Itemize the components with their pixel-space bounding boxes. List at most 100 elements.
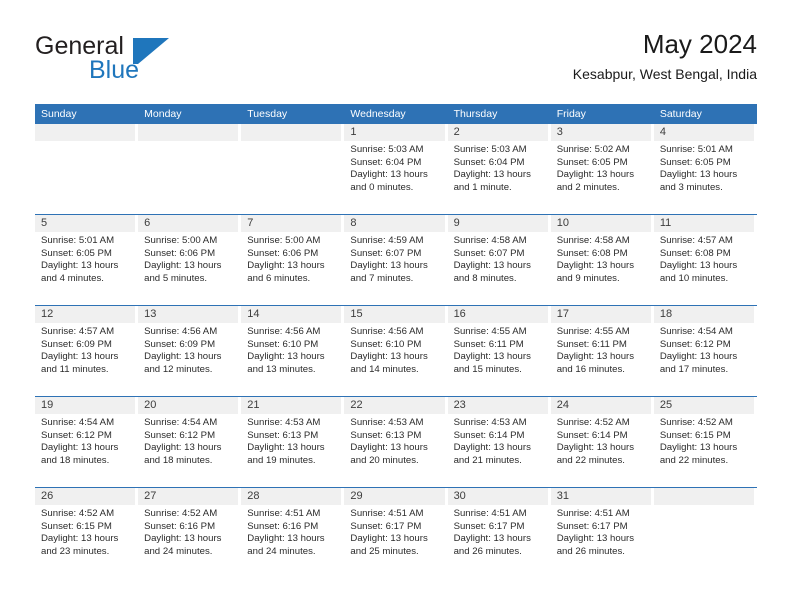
calendar-weeks: 1 Sunrise: 5:03 AM Sunset: 6:04 PM Daylight… xyxy=(35,124,757,578)
calendar-cell-inner: 28 Sunrise: 4:51 AM Sunset: 6:16 PM Dayligh… xyxy=(241,488,342,578)
calendar-day-cell[interactable]: 2 Sunrise: 5:03 AM Sunset: 6:04 PM Daylight… xyxy=(447,124,551,214)
calendar-day-cell[interactable]: 25 Sunrise: 4:52 AM Sunset: 6:15 PM Dayligh… xyxy=(653,397,757,487)
calendar-day-cell[interactable]: 4 Sunrise: 5:01 AM Sunset: 6:05 PM Daylight… xyxy=(653,124,757,214)
calendar-day-cell[interactable]: 26 Sunrise: 4:52 AM Sunset: 6:15 PM Dayligh… xyxy=(35,488,138,578)
day-number: 27 xyxy=(138,488,239,505)
day-number: 19 xyxy=(35,397,136,414)
daylight-text-cont: and 11 minutes. xyxy=(41,363,109,375)
calendar-day-cell[interactable]: 20 Sunrise: 4:54 AM Sunset: 6:12 PM Dayligh… xyxy=(138,397,241,487)
calendar-day-cell[interactable]: 28 Sunrise: 4:51 AM Sunset: 6:16 PM Dayligh… xyxy=(241,488,344,578)
calendar-cell-inner: 9 Sunrise: 4:58 AM Sunset: 6:07 PM Daylight… xyxy=(447,215,548,305)
calendar-cell-inner xyxy=(241,124,342,214)
sunset-text: Sunset: 6:12 PM xyxy=(41,429,112,441)
day-details: Sunrise: 4:56 AM Sunset: 6:10 PM Daylight:… xyxy=(344,323,444,376)
calendar-day-cell[interactable]: 21 Sunrise: 4:53 AM Sunset: 6:13 PM Dayligh… xyxy=(241,397,344,487)
daylight-text-cont: and 21 minutes. xyxy=(453,454,522,466)
daylight-text-cont: and 1 minute. xyxy=(453,181,512,193)
daylight-text: Daylight: 13 hours xyxy=(41,351,119,363)
calendar-cell-inner: 25 Sunrise: 4:52 AM Sunset: 6:15 PM Dayligh… xyxy=(653,397,754,487)
calendar-cell-inner: 30 Sunrise: 4:51 AM Sunset: 6:17 PM Dayligh… xyxy=(447,488,548,578)
daylight-text-cont: and 20 minutes. xyxy=(350,454,419,466)
daylight-text-cont: and 3 minutes. xyxy=(659,181,723,193)
day-number: 17 xyxy=(550,306,651,323)
calendar-day-cell[interactable]: 11 Sunrise: 4:57 AM Sunset: 6:08 PM Dayligh… xyxy=(653,215,757,305)
daylight-text: Daylight: 13 hours xyxy=(41,533,119,545)
daylight-text: Daylight: 13 hours xyxy=(556,351,635,363)
calendar-cell-inner: 4 Sunrise: 5:01 AM Sunset: 6:05 PM Daylight… xyxy=(653,124,754,214)
calendar-cell-inner: 3 Sunrise: 5:02 AM Sunset: 6:05 PM Daylight… xyxy=(550,124,651,214)
calendar-day-cell[interactable]: 1 Sunrise: 5:03 AM Sunset: 6:04 PM Daylight… xyxy=(344,124,447,214)
calendar-day-cell[interactable]: 12 Sunrise: 4:57 AM Sunset: 6:09 PM Dayligh… xyxy=(35,306,138,396)
daylight-text-cont: and 9 minutes. xyxy=(556,272,620,284)
daylight-text: Daylight: 13 hours xyxy=(453,351,531,363)
calendar-day-cell[interactable]: 6 Sunrise: 5:00 AM Sunset: 6:06 PM Daylight… xyxy=(138,215,241,305)
daylight-text-cont: and 14 minutes. xyxy=(350,363,419,375)
calendar-cell-empty xyxy=(653,488,757,578)
calendar-day-cell[interactable]: 7 Sunrise: 5:00 AM Sunset: 6:06 PM Daylight… xyxy=(241,215,344,305)
daylight-text: Daylight: 13 hours xyxy=(453,533,531,545)
calendar-day-cell[interactable]: 27 Sunrise: 4:52 AM Sunset: 6:16 PM Dayligh… xyxy=(138,488,241,578)
daylight-text: Daylight: 13 hours xyxy=(41,442,119,454)
calendar-day-cell[interactable]: 23 Sunrise: 4:53 AM Sunset: 6:14 PM Dayligh… xyxy=(447,397,551,487)
sunset-text: Sunset: 6:08 PM xyxy=(659,247,731,259)
calendar-cell-inner: 18 Sunrise: 4:54 AM Sunset: 6:12 PM Dayligh… xyxy=(653,306,754,396)
calendar-day-cell[interactable]: 16 Sunrise: 4:55 AM Sunset: 6:11 PM Dayligh… xyxy=(447,306,551,396)
day-number: 25 xyxy=(653,397,754,414)
sunset-text: Sunset: 6:08 PM xyxy=(556,247,628,259)
calendar-day-cell[interactable]: 30 Sunrise: 4:51 AM Sunset: 6:17 PM Dayligh… xyxy=(447,488,551,578)
calendar-day-cell[interactable]: 24 Sunrise: 4:52 AM Sunset: 6:14 PM Dayligh… xyxy=(550,397,654,487)
page-header: General Blue May 2024 Kesabpur, West Ben… xyxy=(35,28,757,90)
daylight-text-cont: and 10 minutes. xyxy=(659,272,729,284)
weekday-header-row: Sunday Monday Tuesday Wednesday Thursday Frid… xyxy=(35,104,757,124)
calendar-day-cell[interactable]: 9 Sunrise: 4:58 AM Sunset: 6:07 PM Daylight… xyxy=(447,215,551,305)
calendar-day-cell[interactable]: 19 Sunrise: 4:54 AM Sunset: 6:12 PM Dayligh… xyxy=(35,397,138,487)
daylight-text: Daylight: 13 hours xyxy=(659,260,738,272)
calendar-day-cell[interactable]: 18 Sunrise: 4:54 AM Sunset: 6:12 PM Dayligh… xyxy=(653,306,757,396)
calendar-day-cell[interactable]: 14 Sunrise: 4:56 AM Sunset: 6:10 PM Dayligh… xyxy=(241,306,344,396)
sunrise-text: Sunrise: 4:53 AM xyxy=(247,417,321,428)
daylight-text-cont: and 26 minutes. xyxy=(453,545,522,557)
day-number: 29 xyxy=(344,488,445,505)
calendar-cell-inner: 17 Sunrise: 4:55 AM Sunset: 6:11 PM Dayligh… xyxy=(550,306,651,396)
calendar-day-cell[interactable]: 22 Sunrise: 4:53 AM Sunset: 6:13 PM Dayligh… xyxy=(344,397,447,487)
calendar-day-cell[interactable]: 10 Sunrise: 4:58 AM Sunset: 6:08 PM Dayligh… xyxy=(550,215,654,305)
calendar-day-cell[interactable]: 13 Sunrise: 4:56 AM Sunset: 6:09 PM Dayligh… xyxy=(138,306,241,396)
calendar-cell-inner xyxy=(653,488,754,578)
calendar-cell-inner: 21 Sunrise: 4:53 AM Sunset: 6:13 PM Dayligh… xyxy=(241,397,342,487)
day-details: Sunrise: 4:54 AM Sunset: 6:12 PM Daylight:… xyxy=(35,414,135,467)
sunset-text: Sunset: 6:09 PM xyxy=(41,338,112,350)
sunrise-text: Sunrise: 4:55 AM xyxy=(556,326,630,337)
sunrise-text: Sunrise: 4:53 AM xyxy=(453,417,527,428)
calendar-cell-inner: 2 Sunrise: 5:03 AM Sunset: 6:04 PM Daylight… xyxy=(447,124,548,214)
day-number: 24 xyxy=(550,397,651,414)
day-details xyxy=(241,141,341,144)
sunset-text: Sunset: 6:05 PM xyxy=(659,156,731,168)
calendar-cell-inner: 16 Sunrise: 4:55 AM Sunset: 6:11 PM Dayligh… xyxy=(447,306,548,396)
calendar-day-cell[interactable]: 5 Sunrise: 5:01 AM Sunset: 6:05 PM Daylight… xyxy=(35,215,138,305)
sunset-text: Sunset: 6:16 PM xyxy=(247,520,319,532)
daylight-text: Daylight: 13 hours xyxy=(350,169,428,181)
sunrise-text: Sunrise: 5:02 AM xyxy=(556,144,630,155)
weekday-header-thursday: Thursday xyxy=(453,108,498,120)
sunrise-text: Sunrise: 4:51 AM xyxy=(247,508,321,519)
sunset-text: Sunset: 6:17 PM xyxy=(556,520,628,532)
day-number: 8 xyxy=(344,215,445,232)
sunset-text: Sunset: 6:05 PM xyxy=(556,156,628,168)
general-blue-logo[interactable]: General Blue xyxy=(35,32,275,88)
day-number: 7 xyxy=(241,215,342,232)
calendar-day-cell[interactable]: 15 Sunrise: 4:56 AM Sunset: 6:10 PM Dayligh… xyxy=(344,306,447,396)
daylight-text-cont: and 24 minutes. xyxy=(247,545,316,557)
calendar-day-cell[interactable]: 31 Sunrise: 4:51 AM Sunset: 6:17 PM Dayligh… xyxy=(550,488,654,578)
calendar-day-cell[interactable]: 17 Sunrise: 4:55 AM Sunset: 6:11 PM Dayligh… xyxy=(550,306,654,396)
sunset-text: Sunset: 6:17 PM xyxy=(453,520,525,532)
day-number: 13 xyxy=(138,306,239,323)
daylight-text-cont: and 18 minutes. xyxy=(144,454,213,466)
calendar-day-cell[interactable]: 29 Sunrise: 4:51 AM Sunset: 6:17 PM Dayligh… xyxy=(344,488,447,578)
day-details: Sunrise: 5:02 AM Sunset: 6:05 PM Daylight:… xyxy=(551,141,651,194)
calendar-day-cell[interactable]: 3 Sunrise: 5:02 AM Sunset: 6:05 PM Daylight… xyxy=(550,124,654,214)
sunrise-text: Sunrise: 5:03 AM xyxy=(453,144,527,155)
calendar-cell-inner: 1 Sunrise: 5:03 AM Sunset: 6:04 PM Daylight… xyxy=(344,124,445,214)
calendar-day-cell[interactable]: 8 Sunrise: 4:59 AM Sunset: 6:07 PM Daylight… xyxy=(344,215,447,305)
sunrise-text: Sunrise: 4:51 AM xyxy=(350,508,424,519)
day-number xyxy=(241,124,342,141)
